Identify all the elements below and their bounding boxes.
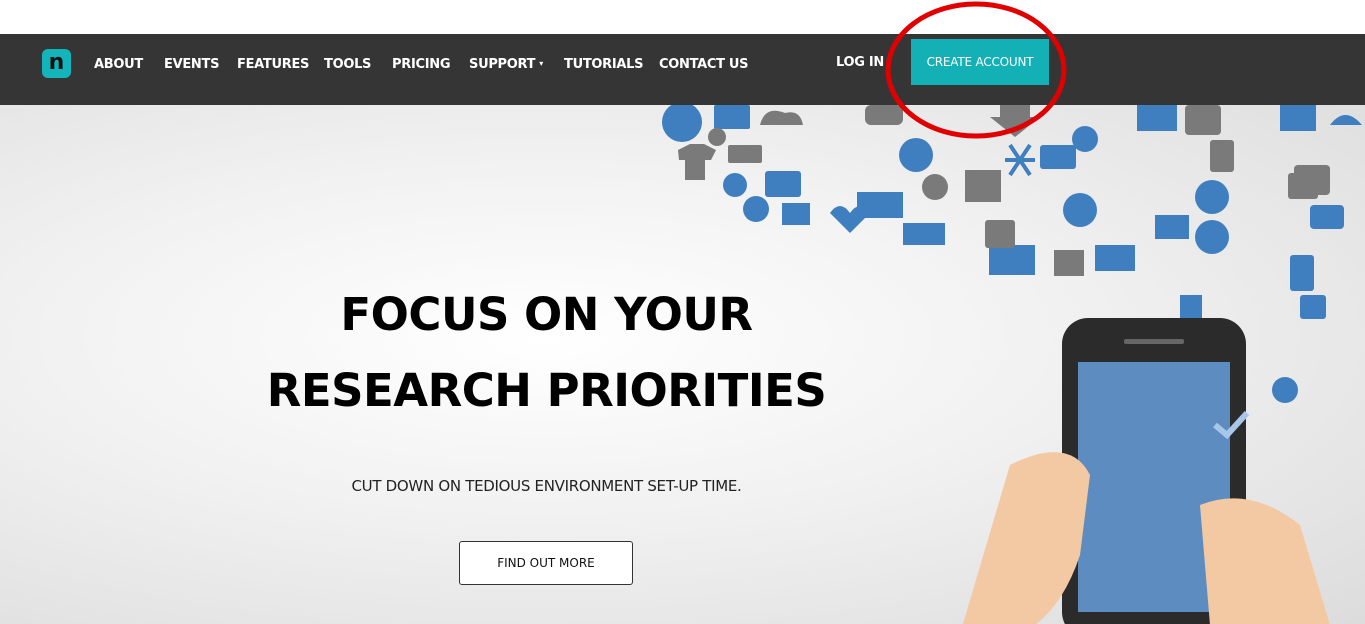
hero-section: FOCUS ON YOUR RESEARCH PRIORITIES CUT DO… bbox=[0, 105, 1365, 624]
chart-icon bbox=[782, 203, 810, 225]
nav-support-label: SUPPORT bbox=[469, 57, 536, 72]
top-navbar: n ABOUT EVENTS FEATURES TOOLS PRICING SU… bbox=[0, 34, 1365, 105]
nav-tools[interactable]: TOOLS bbox=[324, 57, 371, 72]
pictures-icon-2 bbox=[989, 245, 1035, 275]
logo-letter: n bbox=[48, 50, 65, 75]
lock-icon-2 bbox=[1288, 173, 1318, 199]
nav-tutorials[interactable]: TUTORIALS bbox=[564, 57, 644, 72]
snowflake-icon bbox=[1005, 143, 1035, 177]
disc-icon-2 bbox=[1272, 377, 1298, 403]
shirt-icon bbox=[678, 144, 716, 180]
login-link[interactable]: LOG IN bbox=[836, 55, 884, 70]
camera-icon bbox=[1310, 205, 1344, 229]
fridge-icon bbox=[1210, 140, 1234, 172]
compass-icon bbox=[1063, 193, 1097, 227]
tv-icon bbox=[765, 171, 801, 197]
find-out-more-button[interactable]: FIND OUT MORE bbox=[459, 541, 633, 585]
cloud-icon bbox=[760, 110, 803, 125]
train-icon bbox=[1185, 105, 1221, 135]
info-icon bbox=[965, 170, 1001, 202]
browser-top-margin bbox=[0, 0, 1365, 34]
monitor-icon bbox=[714, 105, 750, 129]
music-player-icon bbox=[1300, 295, 1326, 319]
download-icon bbox=[990, 105, 1040, 137]
hero-headline-line1: FOCUS ON YOUR bbox=[340, 288, 753, 341]
pictures-icon bbox=[1137, 105, 1177, 131]
phone-speaker bbox=[1124, 339, 1184, 344]
speakers-icon bbox=[857, 192, 903, 218]
gear-icon bbox=[708, 128, 726, 146]
lock-icon bbox=[985, 220, 1015, 248]
butterfly-icon bbox=[723, 173, 747, 197]
site-logo[interactable]: n bbox=[42, 49, 71, 78]
right-hand bbox=[1200, 498, 1330, 624]
hero-headline-line2: RESEARCH PRIORITIES bbox=[266, 364, 827, 417]
umbrella-icon bbox=[1330, 115, 1362, 125]
projector-icon bbox=[1095, 245, 1135, 271]
upload-icon bbox=[1054, 250, 1084, 276]
mail-icon bbox=[1155, 215, 1189, 239]
hero-subtext: CUT DOWN ON TEDIOUS ENVIRONMENT SET-UP T… bbox=[351, 477, 742, 495]
briefcase-icon bbox=[1040, 145, 1076, 169]
headphones-icon bbox=[899, 138, 933, 172]
nav-contact-us[interactable]: CONTACT US bbox=[659, 57, 749, 72]
power-icon bbox=[1195, 180, 1229, 214]
chevron-down-icon: ▾ bbox=[539, 59, 543, 68]
nav-support[interactable]: SUPPORT ▾ bbox=[469, 57, 543, 72]
nav-pricing[interactable]: PRICING bbox=[392, 57, 451, 72]
ship-icon bbox=[903, 223, 945, 245]
hospital-icon bbox=[1195, 220, 1229, 254]
clock-icon bbox=[662, 105, 702, 142]
keyboard-icon bbox=[728, 145, 762, 163]
nav-about[interactable]: ABOUT bbox=[94, 57, 143, 72]
nav-features[interactable]: FEATURES bbox=[237, 57, 309, 72]
globe-icon bbox=[743, 196, 769, 222]
coffee-icon bbox=[922, 174, 948, 200]
nav-events[interactable]: EVENTS bbox=[164, 57, 219, 72]
create-account-button[interactable]: CREATE ACCOUNT bbox=[911, 39, 1049, 85]
phone-small-icon bbox=[1290, 255, 1314, 291]
book-icon bbox=[1280, 105, 1316, 131]
car-icon bbox=[865, 105, 903, 125]
